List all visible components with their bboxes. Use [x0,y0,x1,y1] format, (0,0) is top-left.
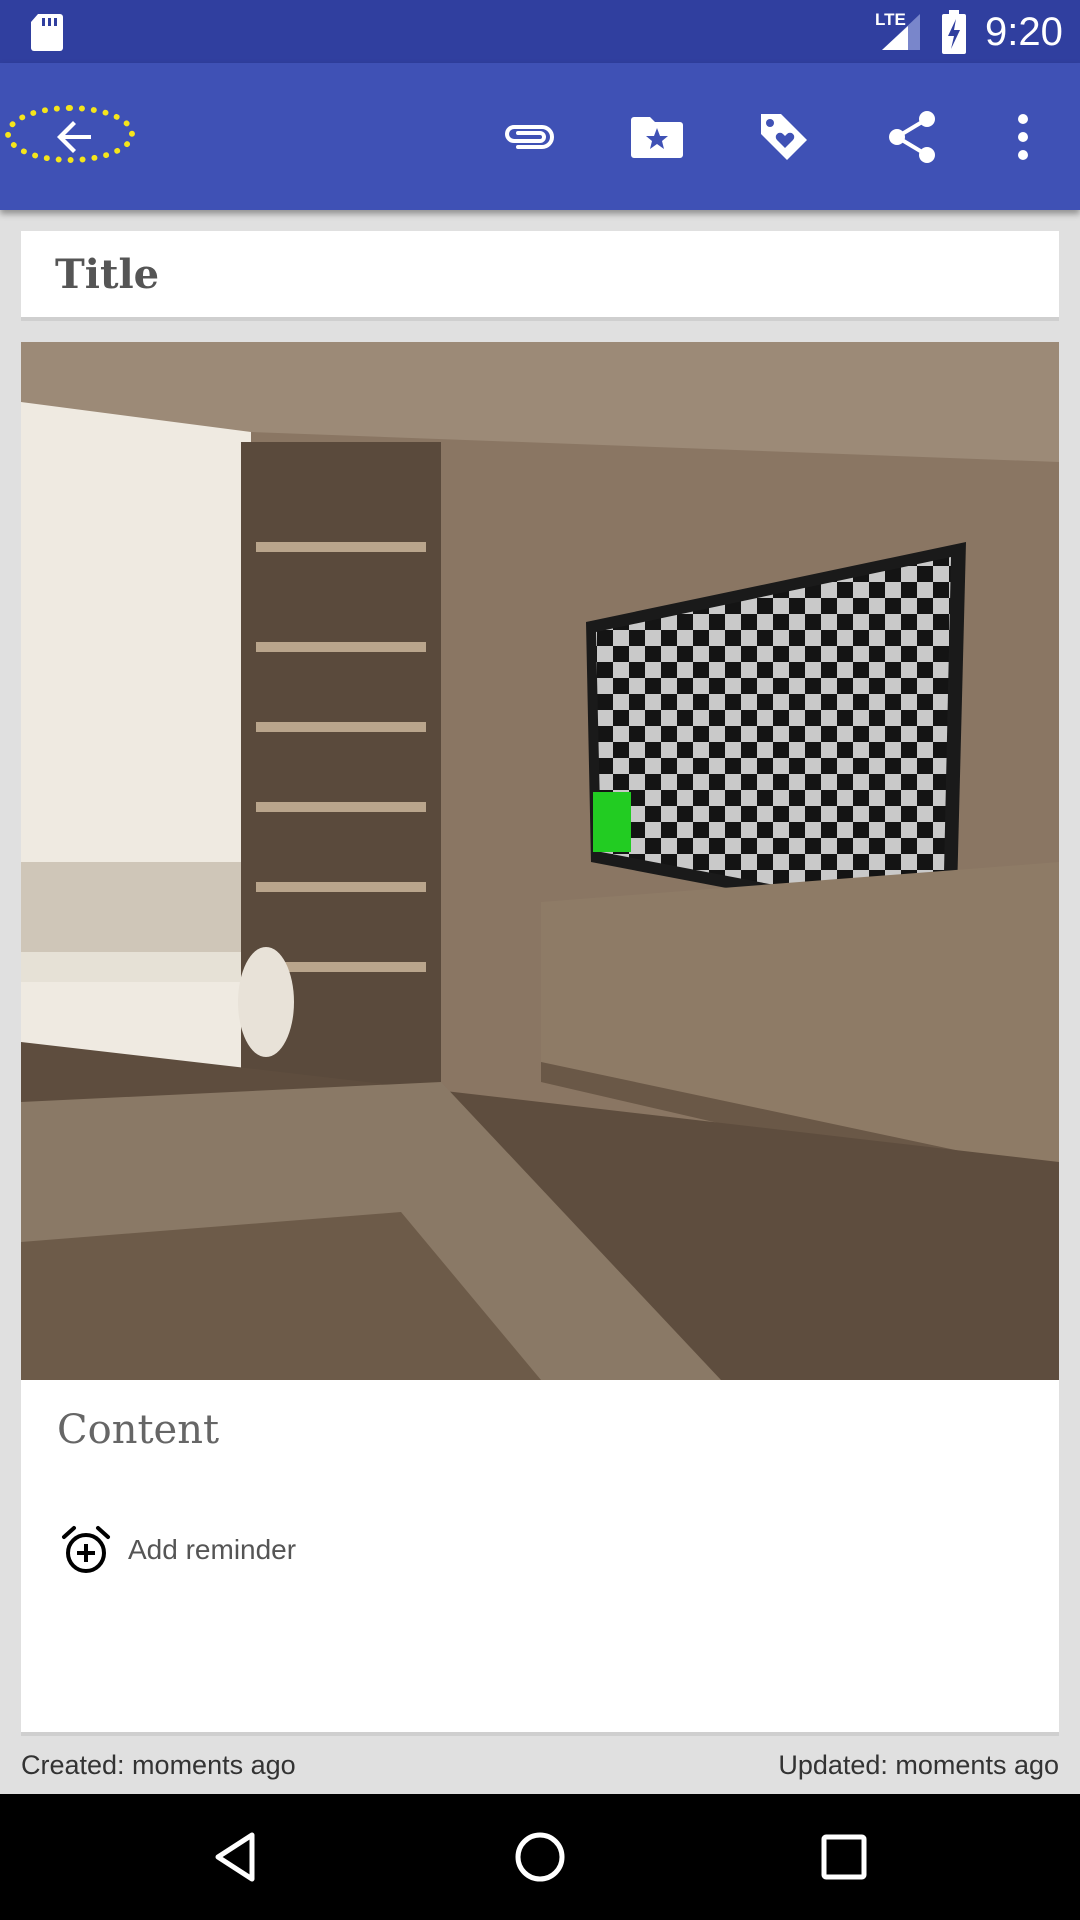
alarm-add-icon [62,1526,110,1573]
nav-home-button[interactable] [480,1794,600,1920]
room-photo-image [21,342,1059,1380]
created-timestamp: Created: moments ago [21,1750,296,1780]
add-reminder-label: Add reminder [128,1534,297,1565]
nav-back-button[interactable] [176,1794,296,1920]
share-button[interactable] [862,63,962,210]
back-triangle-icon [215,1832,255,1882]
home-circle-icon [515,1832,565,1882]
note-card: Content Add reminder [21,342,1059,1736]
folder-star-icon [631,116,683,158]
system-nav-bar [0,1794,1080,1920]
category-button[interactable] [607,63,707,210]
attachment-icon [505,124,554,149]
content-placeholder[interactable]: Content [57,1407,219,1453]
back-button[interactable] [0,63,150,210]
highlight-ring [5,105,135,163]
nav-recents-button[interactable] [784,1794,904,1920]
more-vert-icon [1017,113,1028,160]
status-clock: 9:20 [985,10,1063,54]
status-bar: LTE 9:20 [0,0,1080,63]
attached-photo[interactable] [21,342,1059,1380]
share-icon [889,110,935,163]
more-options-button[interactable] [985,63,1060,210]
signal-strength-icon [882,14,920,50]
battery-charging-icon [942,10,966,54]
recents-square-icon [821,1834,867,1880]
title-field[interactable]: Title [21,231,1059,321]
tag-heart-icon [761,113,807,160]
toolbar [0,63,1080,210]
title-placeholder: Title [55,251,160,298]
add-reminder-button[interactable]: Add reminder [61,1520,296,1580]
updated-timestamp: Updated: moments ago [778,1750,1059,1780]
tag-button[interactable] [734,63,834,210]
sd-card-icon [31,14,63,51]
attachment-button[interactable] [480,63,580,210]
